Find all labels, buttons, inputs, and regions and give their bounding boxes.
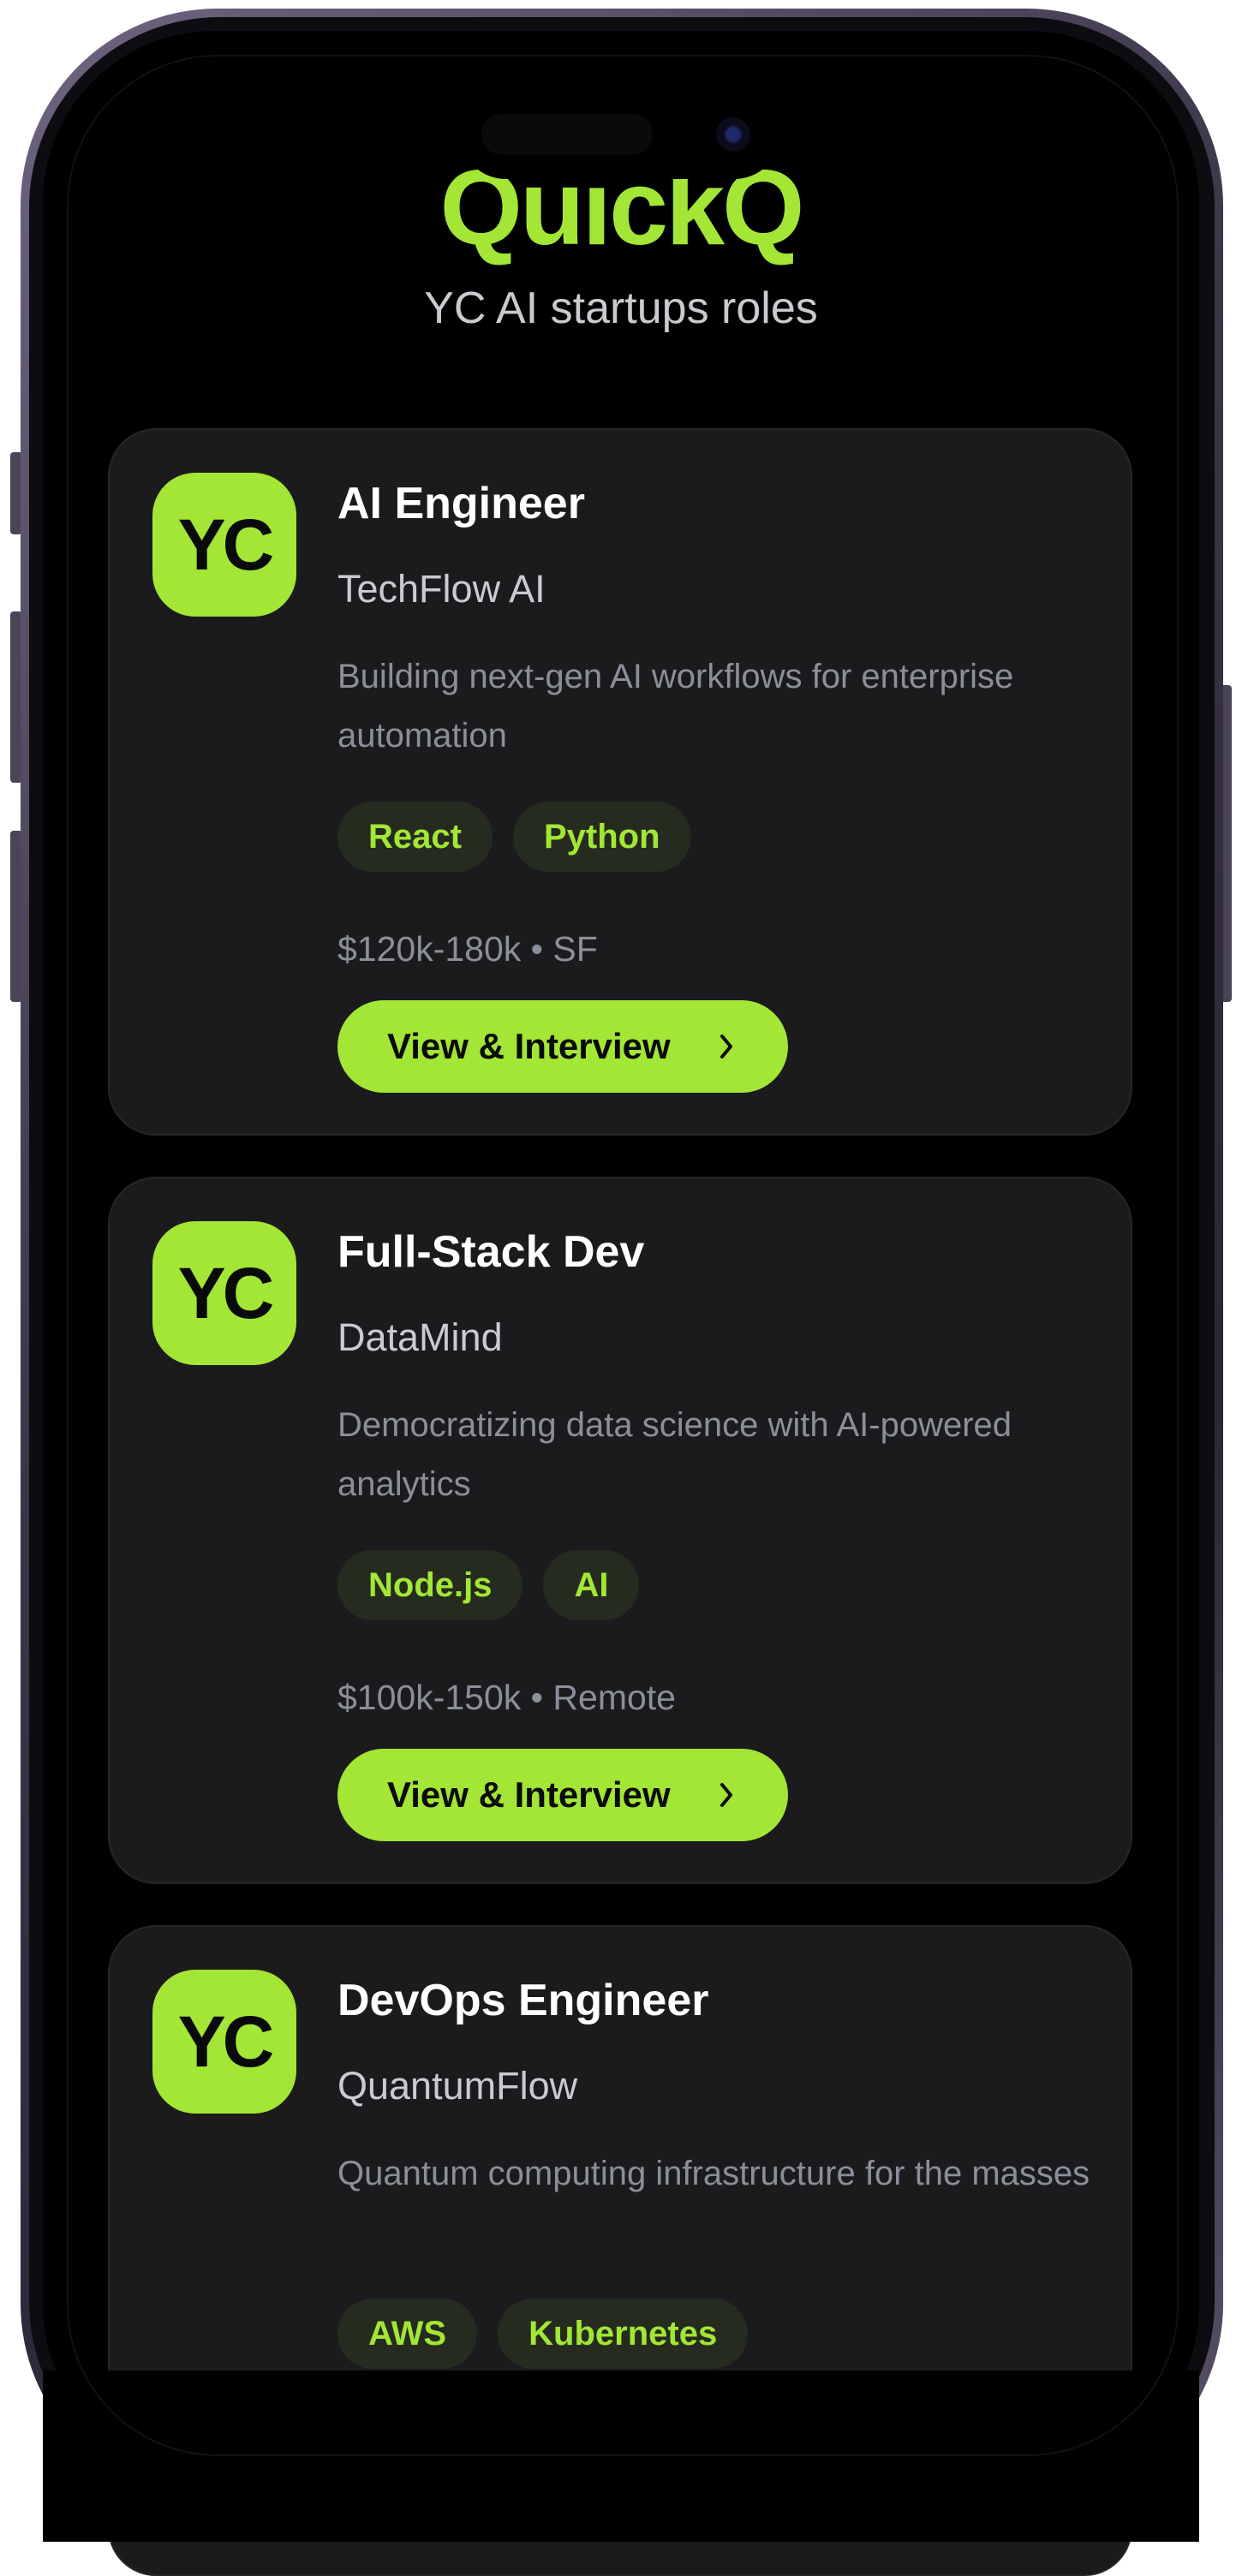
front-camera-icon [716, 117, 750, 152]
island-sensor [481, 114, 653, 155]
bottom-safe-area [43, 2370, 1199, 2542]
job-description: Quantum computing infrastructure for the… [337, 2155, 1090, 2192]
button-label: View & Interview [387, 1774, 671, 1815]
yc-logo-icon: YC [152, 1970, 296, 2114]
job-description: Building next-gen AI workflows for enter… [337, 658, 1014, 754]
view-interview-button[interactable]: View & Interview [337, 1000, 788, 1093]
job-title: AI Engineer [337, 479, 585, 528]
skill-tag: React [337, 802, 493, 872]
chevron-right-icon [720, 1783, 732, 1807]
job-title: Full-Stack Dev [337, 1227, 645, 1277]
tag-list: AWS Kubernetes [337, 2299, 749, 2369]
salary-location: $120k-180k • SF [337, 929, 598, 969]
tag-list: Node.js AI [337, 1550, 640, 1620]
job-card: YC AI Engineer TechFlow AI Building next… [108, 428, 1132, 1136]
button-label: View & Interview [387, 1026, 671, 1066]
salary-location: $100k-150k • Remote [337, 1678, 676, 1717]
skill-tag: Kubernetes [498, 2299, 749, 2369]
skill-tag: Python [512, 802, 691, 872]
view-interview-button[interactable]: View & Interview [337, 1749, 788, 1841]
job-title: DevOps Engineer [337, 1976, 709, 2025]
yc-logo-icon: YC [152, 1221, 296, 1365]
dynamic-island [461, 90, 779, 179]
yc-logo-icon: YC [152, 473, 296, 617]
tag-list: React Python [337, 802, 691, 872]
company-name: QuantumFlow [337, 2064, 578, 2108]
skill-tag: AI [543, 1550, 640, 1620]
skill-tag: AWS [337, 2299, 478, 2369]
skill-tag: Node.js [337, 1550, 523, 1620]
page-subtitle: YC AI startups roles [424, 283, 818, 333]
company-name: TechFlow AI [337, 567, 546, 611]
job-card: YC Full-Stack Dev DataMind Democratizing… [108, 1177, 1132, 1884]
company-name: DataMind [337, 1315, 503, 1359]
job-description: Democratizing data science with AI-power… [337, 1406, 1012, 1503]
chevron-right-icon [720, 1035, 732, 1058]
